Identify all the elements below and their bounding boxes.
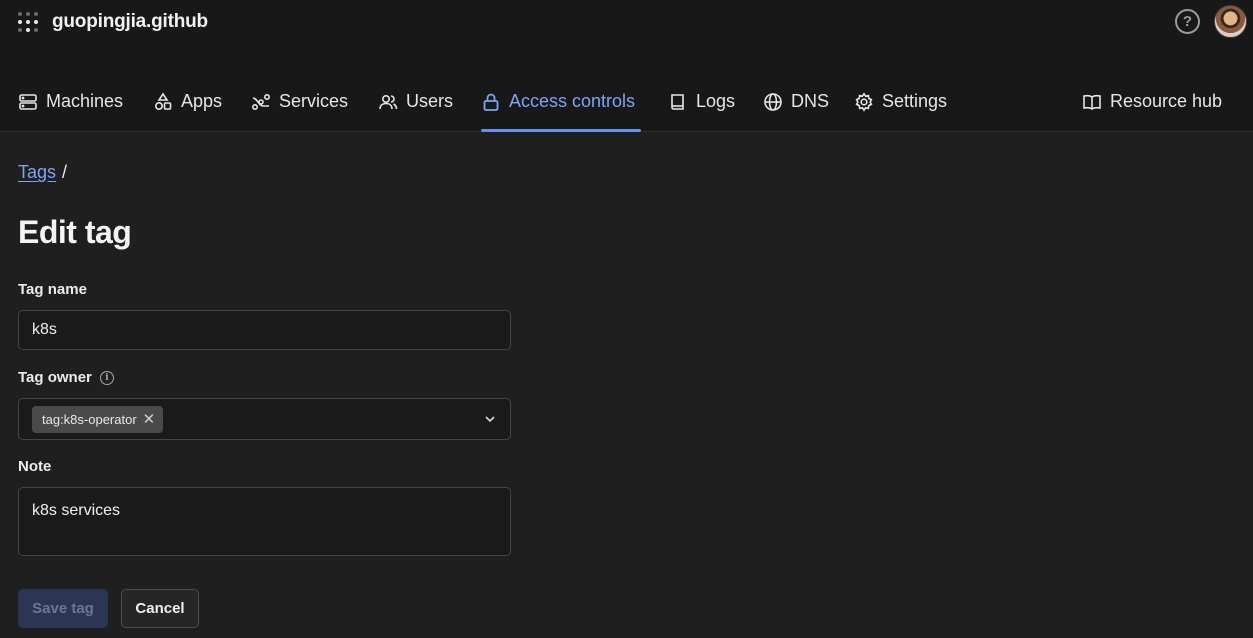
- info-icon[interactable]: i: [99, 370, 114, 385]
- nav-label-access-controls: Access controls: [509, 91, 636, 111]
- save-tag-button[interactable]: Save tag: [18, 589, 108, 628]
- tag-owner-label-text: Tag owner: [18, 369, 92, 386]
- machines-icon: [19, 94, 37, 110]
- open-book-icon: [1083, 94, 1101, 110]
- nav-label-resource-hub: Resource hub: [1110, 91, 1223, 111]
- main-nav: Machines Apps Services Users Access cont…: [0, 80, 1253, 132]
- nav-label-logs: Logs: [696, 91, 736, 111]
- book-icon: [671, 94, 684, 110]
- top-right-actions: ?: [1175, 5, 1247, 38]
- nav-label-users: Users: [406, 91, 454, 111]
- nav-item-machines[interactable]: Machines: [18, 80, 123, 132]
- nav-item-settings[interactable]: Settings: [854, 80, 947, 132]
- chevron-down-icon[interactable]: [483, 412, 497, 426]
- top-bar: guopingjia.github ? Machines Apps Servic…: [0, 0, 1253, 132]
- nav-item-logs[interactable]: Logs: [668, 80, 735, 132]
- brand[interactable]: guopingjia.github: [18, 8, 208, 36]
- nav-item-resource-hub[interactable]: Resource hub: [1082, 80, 1222, 132]
- breadcrumb-link-tags[interactable]: Tags: [18, 162, 56, 183]
- nav-label-machines: Machines: [46, 91, 124, 111]
- services-icon: [251, 93, 271, 111]
- cancel-button[interactable]: Cancel: [121, 589, 199, 628]
- globe-icon: [764, 93, 782, 111]
- nav-label-dns: DNS: [791, 91, 830, 111]
- tag-name-label: Tag name: [18, 281, 87, 298]
- note-label: Note: [18, 458, 51, 475]
- avatar[interactable]: [1214, 5, 1247, 38]
- help-icon[interactable]: ?: [1175, 9, 1200, 34]
- nav-item-access-controls[interactable]: Access controls: [481, 80, 641, 132]
- nav-label-apps: Apps: [181, 91, 223, 111]
- note-label-text: Note: [18, 458, 52, 475]
- apps-icon: [154, 92, 172, 111]
- breadcrumb: Tags /: [18, 162, 67, 183]
- tag-name-label-text: Tag name: [18, 281, 87, 298]
- nav-label-services: Services: [279, 91, 349, 111]
- breadcrumb-separator: /: [62, 162, 68, 182]
- org-name: guopingjia.github: [52, 11, 208, 32]
- nav-label-settings: Settings: [882, 91, 948, 111]
- page-title: Edit tag: [18, 214, 132, 250]
- tag-owner-label: Tag owner i: [18, 369, 114, 386]
- remove-chip-icon[interactable]: ✕: [143, 412, 156, 427]
- nav-item-services[interactable]: Services: [251, 80, 348, 132]
- gear-icon: [855, 92, 873, 112]
- tag-name-input[interactable]: k8s: [18, 310, 511, 350]
- owner-chip: tag:k8s-operator ✕: [32, 405, 164, 433]
- owner-chip-label: tag:k8s-operator: [42, 411, 137, 427]
- users-icon: [379, 94, 398, 110]
- nav-item-apps[interactable]: Apps: [153, 80, 222, 132]
- nav-item-dns[interactable]: DNS: [763, 80, 829, 132]
- note-textarea[interactable]: k8s services: [18, 487, 511, 556]
- tag-owner-select[interactable]: tag:k8s-operator ✕: [18, 398, 511, 440]
- tailscale-logo-icon: [18, 12, 38, 32]
- nav-item-users[interactable]: Users: [378, 80, 453, 132]
- lock-icon: [483, 93, 499, 111]
